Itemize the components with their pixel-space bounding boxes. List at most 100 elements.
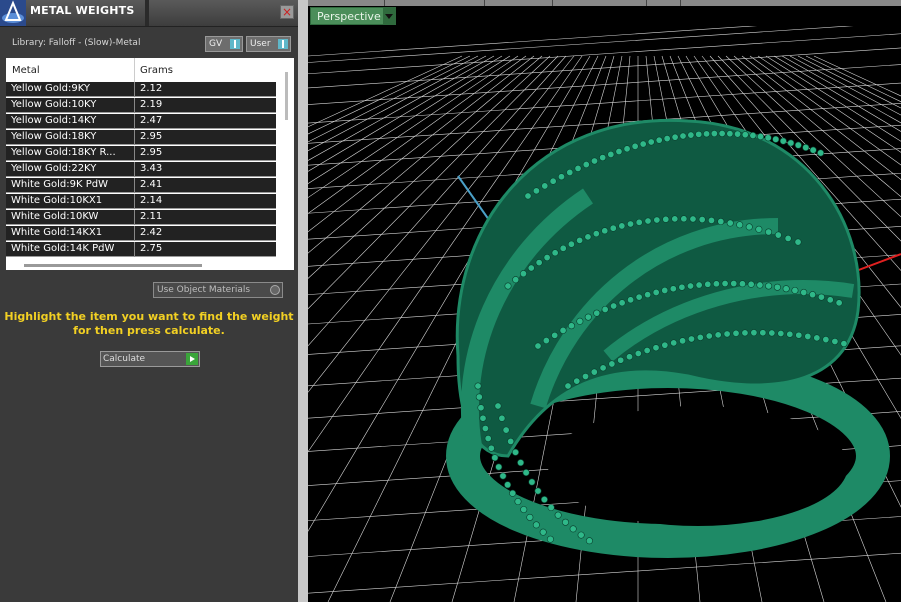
bead [764,134,772,142]
table-row[interactable]: White Gold:10KW 2.11 [6,210,276,225]
table-row[interactable]: White Gold:9K PdW 2.41 [6,178,276,193]
column-header-metal[interactable]: Metal [12,65,40,76]
bead [593,309,601,317]
grams-cell: 2.14 [140,195,163,206]
bead [784,234,792,242]
bead [484,434,492,442]
bead [526,513,534,521]
bead [840,340,848,348]
bead [618,299,626,307]
scrollbar-thumb[interactable] [285,72,288,120]
view-selector[interactable]: Perspective [310,7,396,25]
bead [774,231,782,239]
chevron-down-icon[interactable] [383,8,395,24]
bead [551,249,559,257]
bead [759,329,767,337]
bead [718,130,726,138]
bead [671,133,679,141]
bead [625,353,633,361]
table-row[interactable]: White Gold:10KX1 2.14 [6,194,276,209]
bead [745,223,753,231]
calculate-button[interactable]: Calculate [100,351,200,367]
3d-viewport[interactable]: Perspective [308,0,901,602]
bead [652,288,660,296]
table-row[interactable]: White Gold:14KX1 2.42 [6,226,276,241]
bead [517,459,525,467]
table-row[interactable]: Yellow Gold:18KY 2.95 [6,130,276,145]
table-row[interactable]: White Gold:14K PdW 2.75 [6,242,276,257]
table-row[interactable]: Yellow Gold:18KY R... 2.95 [6,146,276,161]
grams-cell: 2.12 [140,83,163,94]
bead [794,141,802,149]
close-button[interactable]: × [280,5,294,19]
grams-cell: 2.95 [140,147,163,158]
bead [582,161,590,169]
metal-table: Metal Grams Yellow Gold:9KY 2.12 Yellow Go… [6,58,294,270]
horizontal-scrollbar[interactable] [24,264,202,267]
bead [585,537,593,545]
table-row[interactable]: Yellow Gold:14KY 2.47 [6,114,276,129]
gv-toggle[interactable]: GV [205,36,243,52]
table-row[interactable]: Yellow Gold:9KY 2.12 [6,82,276,97]
bead [696,333,704,341]
bead [813,334,821,342]
bead [749,132,757,140]
bead [670,339,678,347]
ring-model[interactable] [446,118,890,558]
grams-cell: 2.42 [140,227,163,238]
bead [772,135,780,143]
bead [564,382,572,390]
bead [541,182,549,190]
library-label: Library: Falloff - (Slow)-Metal [12,38,141,48]
bead [707,216,715,224]
bead [534,487,542,495]
table-row[interactable]: Yellow Gold:10KY 2.19 [6,98,276,113]
bead [474,382,482,390]
bead [609,224,617,232]
bead [747,280,755,288]
bead [726,130,734,138]
bead [687,131,695,139]
column-divider [134,98,135,113]
object-materials-dropdown[interactable]: Use Object Materials [153,282,283,298]
bead [504,481,512,489]
tab-divider [484,0,485,6]
bead [687,335,695,343]
bead [765,282,773,290]
bead [647,138,655,146]
bead [507,437,515,445]
bead [835,299,843,307]
bead [723,330,731,338]
user-toggle[interactable]: User [246,36,291,52]
play-arrow-icon [186,353,198,365]
grams-cell: 2.41 [140,179,163,190]
bead [582,372,590,380]
bead [786,330,794,338]
bead [527,264,535,272]
bead [551,331,559,339]
bead [576,236,584,244]
column-divider [134,162,135,177]
bead [663,135,671,143]
bead [773,283,781,291]
grams-cell: 2.47 [140,115,163,126]
bead [817,149,825,157]
bead [520,506,528,514]
column-divider [134,178,135,193]
bead [567,322,575,330]
column-header-grams[interactable]: Grams [140,65,173,76]
table-row[interactable]: Yellow Gold:22KY 3.43 [6,162,276,177]
viewport-scene[interactable] [308,26,901,602]
bead [680,215,688,223]
vertical-scrollbar[interactable] [281,66,291,256]
panel-title: METAL WEIGHTS [30,4,135,17]
bead [549,177,557,185]
bead [540,496,548,504]
bead [502,426,510,434]
bead [822,336,830,344]
panel-divider[interactable] [298,0,308,602]
metal-name-cell: White Gold:9K PdW [11,179,108,190]
bead [599,154,607,162]
bead [717,218,725,226]
grams-cell: 2.95 [140,131,163,142]
